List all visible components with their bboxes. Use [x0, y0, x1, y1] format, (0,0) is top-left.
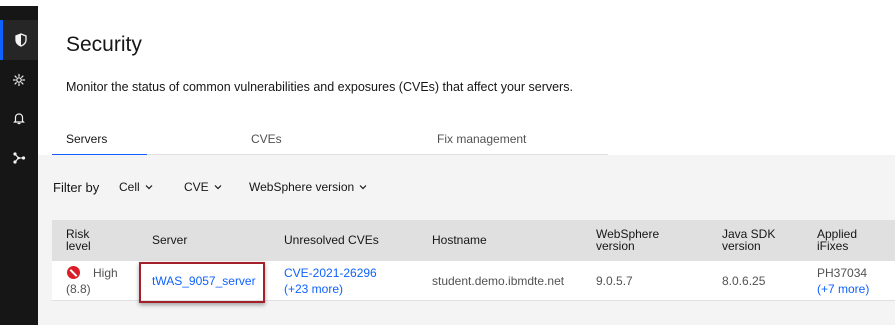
cve-link[interactable]: CVE-2021-26296	[284, 266, 377, 280]
tab-bar: Servers CVEs Fix management	[51, 124, 608, 156]
tab-servers[interactable]: Servers	[51, 124, 149, 156]
filter-cve-label: CVE	[184, 180, 209, 194]
filter-label: Filter by	[53, 180, 100, 195]
java-sdk-version-cell: 8.0.6.25	[722, 274, 766, 288]
header-text: version	[596, 239, 635, 253]
filter-cell-dropdown[interactable]: Cell	[119, 180, 154, 194]
high-risk-icon	[67, 266, 80, 279]
tab-fix-management[interactable]: Fix management	[437, 124, 526, 155]
column-header-server[interactable]: Server	[152, 234, 187, 246]
chevron-down-icon	[145, 185, 153, 190]
bell-icon	[13, 113, 25, 125]
sidebar-item-topology[interactable]	[0, 138, 38, 178]
ifix-cell: PH37034	[817, 266, 868, 280]
filter-cell-label: Cell	[119, 180, 140, 194]
risk-score-text: (8.8)	[66, 282, 91, 296]
tab-cves[interactable]: CVEs	[251, 124, 282, 155]
shield-icon	[14, 33, 27, 47]
column-header-unresolved-cves[interactable]: Unresolved CVEs	[284, 234, 379, 246]
hostname-cell: student.demo.ibmdte.net	[432, 274, 565, 288]
ifix-more-link[interactable]: (+7 more)	[817, 282, 869, 296]
header-text: iFixes	[817, 239, 849, 253]
page-title: Security	[66, 33, 142, 56]
websphere-version-cell: 9.0.5.7	[596, 274, 633, 288]
sidebar-item-notifications[interactable]	[0, 98, 38, 138]
chevron-down-icon	[214, 185, 222, 190]
column-header-applied-ifixes[interactable]: Applied iFixes	[817, 228, 857, 252]
highlight-annotation	[139, 262, 265, 303]
filter-cve-dropdown[interactable]: CVE	[184, 180, 223, 194]
column-header-hostname[interactable]: Hostname	[432, 234, 487, 246]
network-icon	[13, 152, 26, 164]
chevron-down-icon	[359, 185, 367, 190]
column-header-java-sdk-version[interactable]: Java SDK version	[722, 228, 775, 252]
sidebar-top-strip	[0, 0, 38, 6]
sidebar	[0, 0, 38, 325]
risk-level-text: High	[93, 266, 118, 280]
filter-websphere-version-label: WebSphere version	[249, 180, 355, 194]
sidebar-item-settings[interactable]	[0, 60, 38, 100]
cve-more-link[interactable]: (+23 more)	[284, 282, 343, 296]
page-description: Monitor the status of common vulnerabili…	[66, 80, 573, 94]
column-header-websphere-version[interactable]: WebSphere version	[596, 228, 659, 252]
gear-icon	[12, 73, 26, 87]
filter-websphere-version-dropdown[interactable]: WebSphere version	[249, 180, 368, 194]
header-text: version	[722, 239, 761, 253]
sidebar-item-security[interactable]	[0, 20, 38, 60]
header-text: level	[66, 239, 91, 253]
column-header-risk-level[interactable]: Risk level	[66, 228, 91, 252]
